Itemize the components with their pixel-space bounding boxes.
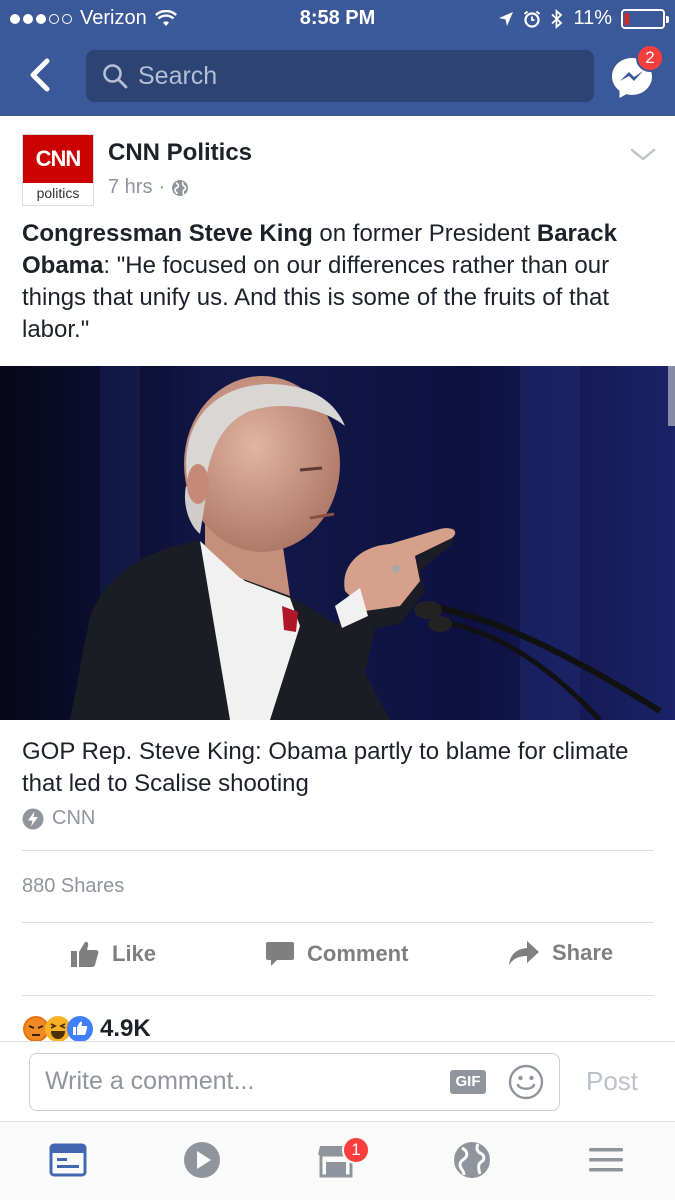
chevron-down-icon[interactable] (628, 144, 658, 164)
video-tab-icon[interactable] (182, 1140, 222, 1180)
post-message: Congressman Steve King on former Preside… (22, 218, 662, 346)
search-icon (103, 64, 128, 89)
meta-separator: · (158, 176, 166, 198)
battery-icon (621, 8, 669, 29)
shares-count[interactable]: 880 Shares (22, 875, 124, 898)
comment-button[interactable]: Comment (265, 940, 408, 968)
bottom-tab-bar (0, 1121, 675, 1200)
comment-input[interactable]: Write a comment... GIF (29, 1053, 560, 1111)
post-photo[interactable] (0, 366, 675, 720)
news-feed-tab-icon[interactable] (48, 1140, 88, 1180)
reaction-count: 4.9K (100, 1015, 151, 1042)
page-avatar[interactable]: CNN politics (22, 134, 94, 206)
post-header: CNN politics CNN Politics 7 hrs · (0, 116, 675, 216)
cnn-logo-sub: politics (36, 185, 80, 201)
emoji-icon[interactable] (508, 1064, 544, 1100)
post-message-bold[interactable]: Congressman Steve King (22, 220, 313, 247)
like-label: Like (112, 941, 157, 966)
comment-placeholder: Write a comment... (45, 1067, 255, 1095)
post-meta: 7 hrs · (108, 176, 189, 199)
location-arrow-icon (499, 11, 514, 26)
post-actions: Like Comment Share (0, 934, 675, 986)
instant-article-bolt-icon (22, 808, 44, 829)
share-label: Share (552, 940, 614, 965)
post-comment-button[interactable]: Post (586, 1066, 638, 1097)
share-button[interactable]: Share (508, 940, 613, 966)
search-input[interactable]: Search (86, 50, 594, 102)
comment-label: Comment (307, 941, 409, 966)
bluetooth-icon (551, 8, 563, 29)
divider (22, 995, 654, 996)
page-name-link[interactable]: CNN Politics (108, 139, 252, 167)
post-message-text: : "He focused on our differences rather … (22, 252, 610, 343)
comment-composer: Write a comment... GIF Post (0, 1041, 675, 1121)
gif-button[interactable]: GIF (450, 1070, 486, 1094)
messenger-badge: 2 (636, 44, 664, 72)
like-reaction-icon (67, 1016, 93, 1042)
link-source: CNN (22, 807, 95, 830)
cnn-logo: CNN (23, 135, 93, 183)
thumbs-up-icon (71, 941, 99, 967)
search-placeholder: Search (138, 61, 218, 90)
back-chevron-icon[interactable] (22, 56, 60, 94)
link-source-name: CNN (52, 807, 96, 829)
like-button[interactable]: Like (70, 940, 156, 968)
alarm-clock-icon (524, 10, 541, 28)
status-right: 11% (498, 7, 669, 30)
link-title[interactable]: GOP Rep. Steve King: Obama partly to bla… (22, 736, 652, 800)
post-timestamp[interactable]: 7 hrs (108, 176, 152, 199)
menu-hamburger-icon[interactable] (586, 1140, 626, 1180)
share-arrow-icon (509, 941, 539, 965)
reactions-summary[interactable]: 4.9K (22, 1014, 151, 1044)
top-navigation-bar: Verizon 8:58 PM 11% Search 2 (0, 0, 675, 116)
status-bar: Verizon 8:58 PM 11% (0, 0, 675, 38)
comment-bubble-icon (266, 942, 294, 966)
globe-icon (172, 179, 189, 196)
battery-percent: 11% (573, 7, 612, 29)
divider (22, 850, 654, 851)
post-message-text: on former President (312, 220, 537, 247)
divider (22, 922, 654, 923)
notifications-globe-tab-icon[interactable] (452, 1140, 492, 1180)
marketplace-badge: 1 (342, 1136, 370, 1164)
